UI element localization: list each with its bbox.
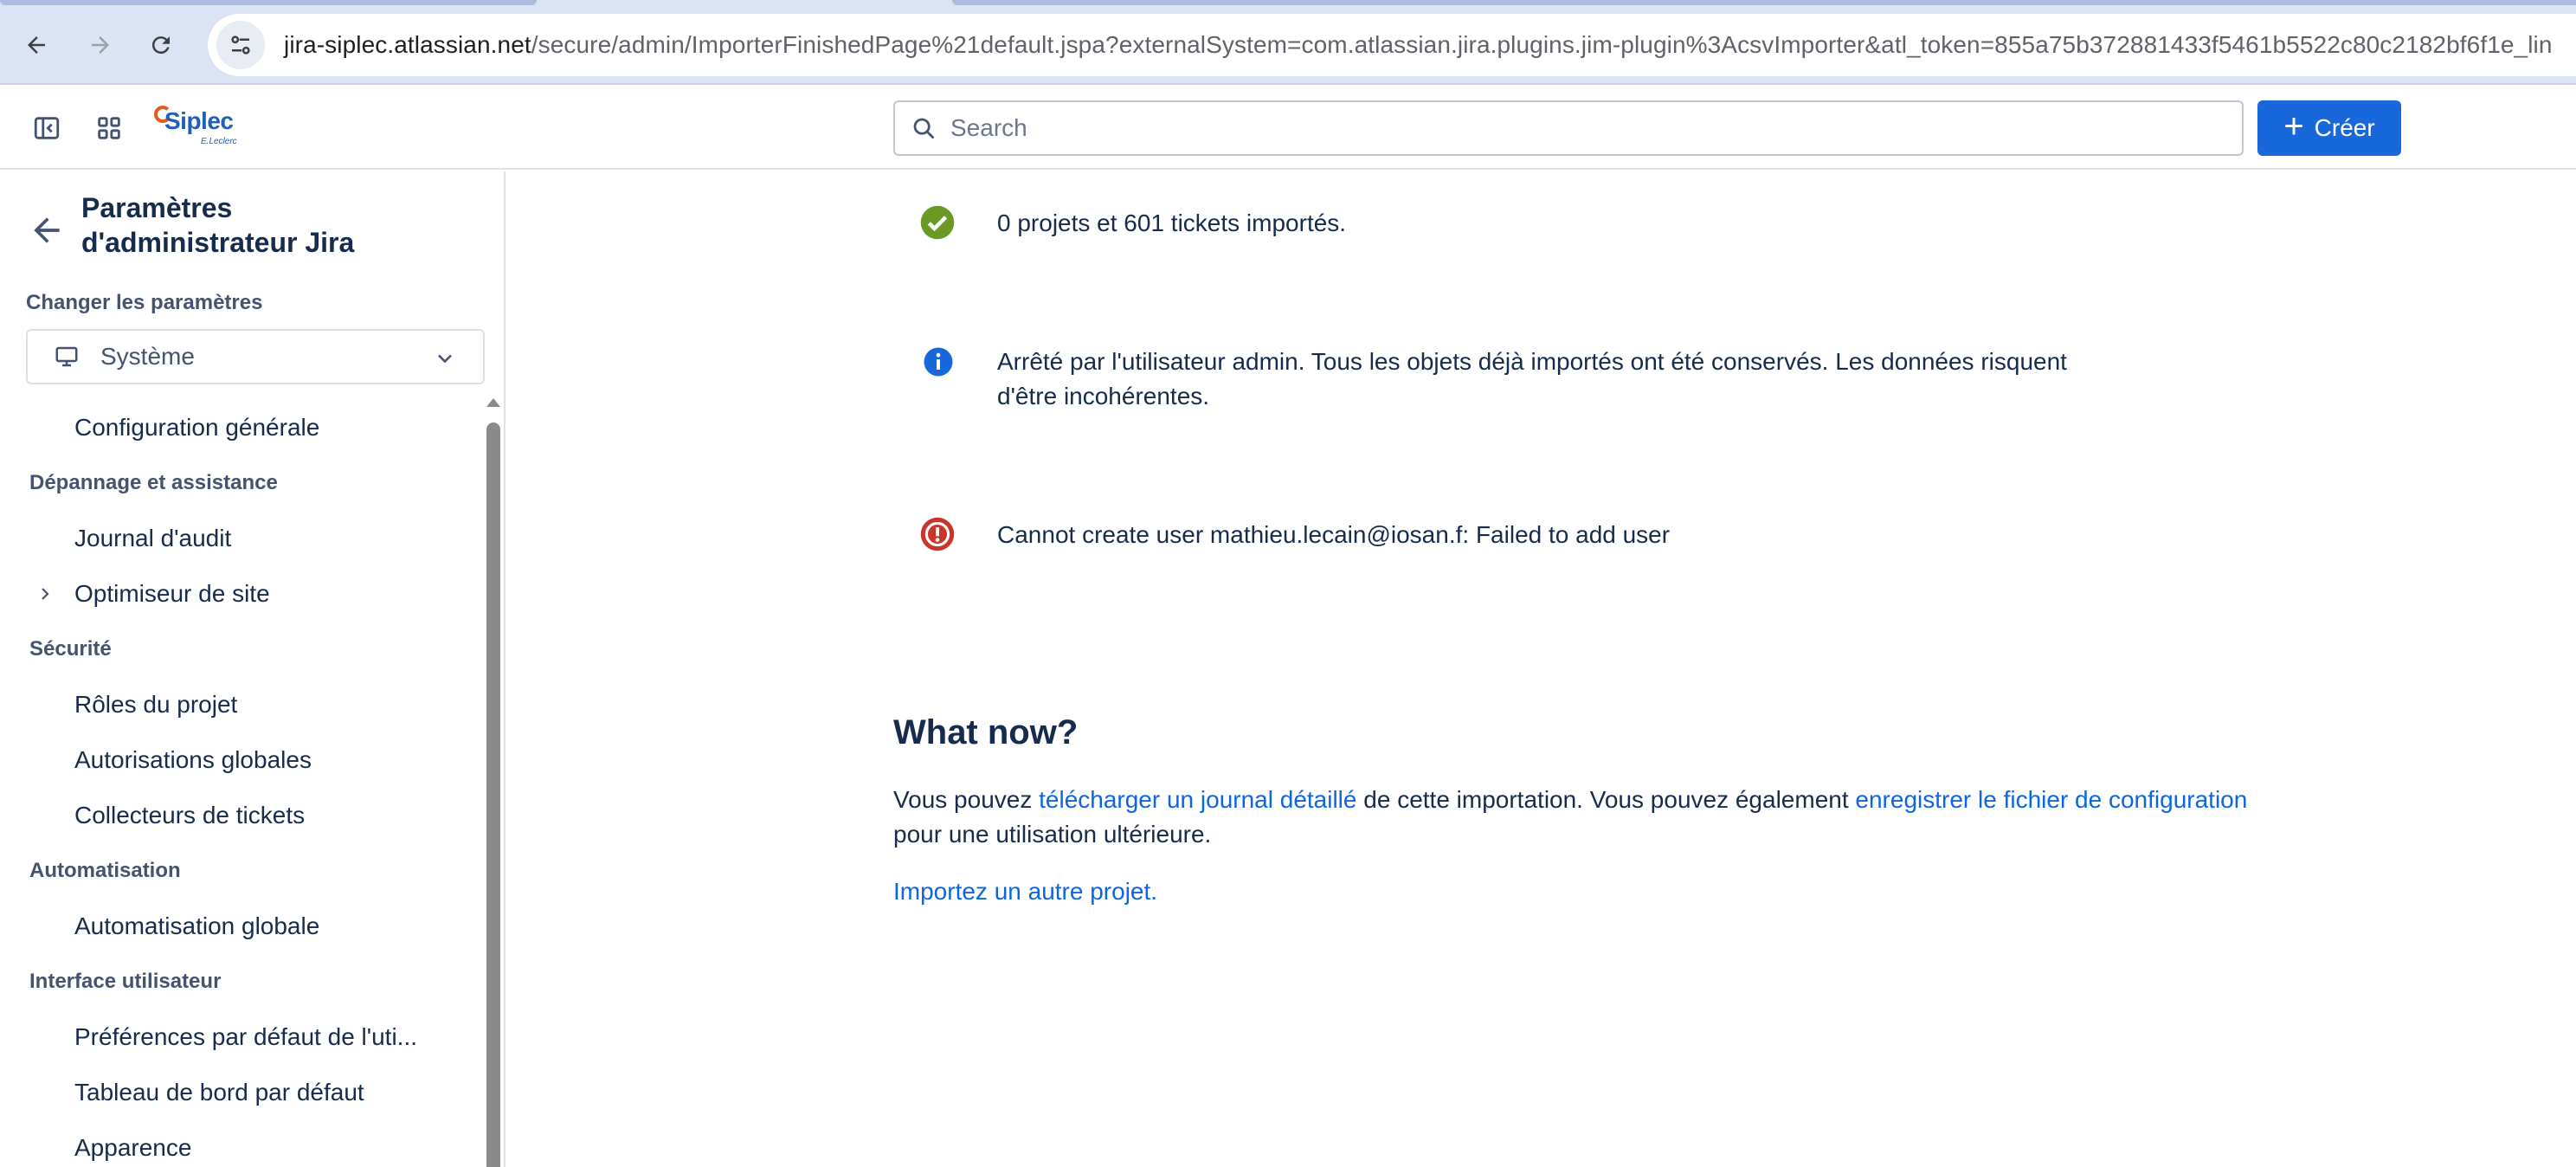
sidebar-item-tableau-de-bord[interactable]: Tableau de bord par défaut <box>0 1065 481 1120</box>
info-icon <box>924 347 953 377</box>
error-icon <box>920 517 955 551</box>
tab-edge[interactable] <box>0 0 537 5</box>
sidebar-item-roles-du-projet[interactable]: Rôles du projet <box>0 677 481 732</box>
logo-wordmark: Siplec <box>164 107 234 134</box>
select-value: Système <box>100 343 195 370</box>
error-message: Cannot create user mathieu.lecain@iosan.… <box>997 521 1671 548</box>
next-steps-paragraph: Vous pouvez télécharger un journal détai… <box>893 783 2278 852</box>
sidebar-section-automatisation: Automatisation <box>29 859 181 882</box>
sidebar-item-optimiseur-de-site[interactable]: Optimiseur de site <box>0 566 481 622</box>
jira-top-bar: Siplec E.Leclerc + Créer <box>0 87 2576 170</box>
search-box[interactable] <box>893 100 2244 156</box>
success-message: 0 projets et 601 tickets importés. <box>997 210 1347 236</box>
import-another-project-link[interactable]: Importez un autre projet. <box>893 878 1157 906</box>
back-button[interactable] <box>12 21 61 69</box>
sidebar-item-preferences[interactable]: Préférences par défaut de l'uti... <box>0 1009 481 1065</box>
sidebar-title: Paramètres d'administrateur Jira <box>81 192 355 258</box>
para-text: pour une utilisation ultérieure. <box>893 821 1212 848</box>
sidebar-item-collecteurs-de-tickets[interactable]: Collecteurs de tickets <box>0 788 481 843</box>
sidebar-item-journal-audit[interactable]: Journal d'audit <box>0 511 481 566</box>
settings-category-select[interactable]: Système <box>26 329 485 384</box>
download-log-link[interactable]: télécharger un journal détaillé <box>1039 786 1356 813</box>
sidebar-section-securite: Sécurité <box>29 637 112 661</box>
what-now-heading: What now? <box>893 713 1079 751</box>
sidebar-item-configuration-generale[interactable]: Configuration générale <box>0 400 481 455</box>
reload-icon <box>151 36 170 55</box>
arrow-left-icon <box>28 36 45 54</box>
url-host: jira-siplec.atlassian.net <box>284 31 531 58</box>
create-button-label: Créer <box>2314 114 2375 141</box>
plus-icon: + <box>2283 107 2304 145</box>
tune-icon <box>231 35 250 55</box>
sidebar-section-interface: Interface utilisateur <box>29 970 222 993</box>
search-icon <box>913 118 934 139</box>
search-input[interactable] <box>950 114 2214 142</box>
chevron-down-icon <box>438 354 452 364</box>
toggle-sidebar-button[interactable] <box>26 107 68 149</box>
address-bar[interactable]: jira-siplec.atlassian.net/secure/admin/I… <box>208 14 2576 76</box>
sidebar-section-depannage: Dépannage et assistance <box>29 471 278 494</box>
app-switcher-button[interactable] <box>88 107 130 149</box>
forward-button[interactable] <box>76 21 125 69</box>
settings-caption: Changer les paramètres <box>26 291 263 314</box>
tab-edge[interactable] <box>952 0 2576 5</box>
browser-toolbar: jira-siplec.atlassian.net/secure/admin/I… <box>0 0 2576 85</box>
siplec-logo[interactable]: Siplec E.Leclerc <box>154 106 249 152</box>
save-config-link[interactable]: enregistrer le fichier de configuration <box>1855 786 2247 813</box>
sidebar-item-apparence[interactable]: Apparence <box>0 1120 481 1167</box>
site-info-button[interactable] <box>216 21 265 69</box>
logo-tagline: E.Leclerc <box>201 137 237 146</box>
create-button[interactable]: + Créer <box>2257 100 2401 156</box>
sidebar-item-automatisation-globale[interactable]: Automatisation globale <box>0 899 481 954</box>
sidebar-nav: Configuration générale Dépannage et assi… <box>0 400 481 1167</box>
para-text: Vous pouvez <box>893 786 1040 813</box>
sidebar-scrollbar[interactable] <box>486 422 500 1167</box>
info-message: Arrêté par l'utilisateur admin. Tous les… <box>997 348 2067 409</box>
reload-button[interactable] <box>137 21 185 69</box>
monitor-icon <box>55 346 78 367</box>
sidebar-toggle-icon <box>34 117 60 139</box>
main-content: 0 projets et 601 tickets importés. Arrêt… <box>507 171 2576 1167</box>
tab-strip <box>0 0 2576 5</box>
success-check-icon <box>920 205 955 240</box>
url-text[interactable]: jira-siplec.atlassian.net/secure/admin/I… <box>284 31 2553 59</box>
arrow-right-icon <box>92 36 109 54</box>
admin-sidebar: Paramètres d'administrateur Jira Changer… <box>0 171 506 1167</box>
grid-icon <box>98 117 120 139</box>
url-path: /secure/admin/ImporterFinishedPage%21def… <box>531 31 2553 58</box>
chevron-right-icon[interactable] <box>35 584 55 604</box>
sidebar-item-label: Optimiseur de site <box>74 580 270 607</box>
sidebar-item-autorisations-globales[interactable]: Autorisations globales <box>0 732 481 788</box>
scroll-up-arrow[interactable] <box>486 398 500 407</box>
back-arrow-icon[interactable] <box>28 211 66 249</box>
para-text: de cette importation. Vous pouvez égalem… <box>1356 786 1856 813</box>
